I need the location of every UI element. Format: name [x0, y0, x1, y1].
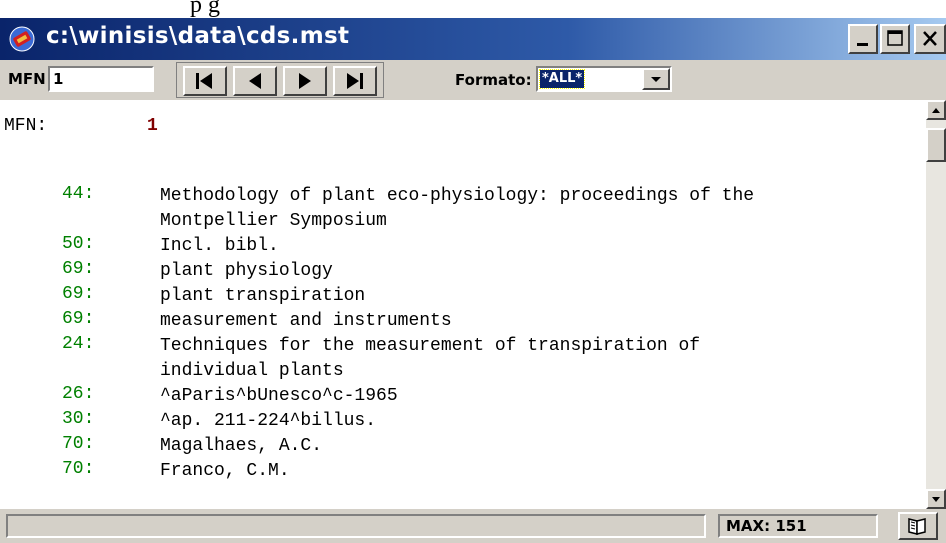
- status-max-records: MAX: 151: [718, 514, 878, 538]
- field-value: plant physiology: [160, 261, 333, 281]
- formato-dropdown-button[interactable]: [642, 68, 670, 90]
- last-record-icon: [347, 73, 363, 89]
- scroll-up-icon: [932, 108, 940, 113]
- next-record-button[interactable]: [283, 66, 327, 96]
- mfn-input[interactable]: [48, 66, 154, 92]
- formato-select[interactable]: *ALL*: [536, 66, 672, 92]
- first-record-icon: [196, 73, 212, 89]
- minimize-button[interactable]: [848, 24, 878, 54]
- app-icon: [9, 26, 35, 52]
- field-value: Magalhaes, A.C.: [160, 436, 323, 456]
- formato-selected-value: *ALL*: [538, 69, 586, 89]
- field-tag: 30:: [62, 409, 95, 429]
- formato-label: Formato:: [455, 71, 532, 89]
- field-tag: 69:: [62, 284, 95, 304]
- record-mfn-value: 1: [147, 116, 158, 136]
- mfn-label: MFN: [8, 70, 46, 88]
- field-tag: 24:: [62, 334, 95, 354]
- field-value: Methodology of plant eco-physiology: pro…: [160, 186, 755, 231]
- field-tag: 50:: [62, 234, 95, 254]
- vertical-scrollbar[interactable]: [926, 100, 946, 509]
- field-tag: 69:: [62, 259, 95, 279]
- field-tag: 69:: [62, 309, 95, 329]
- minimize-icon: [857, 43, 868, 46]
- scroll-thumb[interactable]: [926, 128, 946, 162]
- record-navigation: [176, 62, 384, 98]
- previous-record-button[interactable]: [233, 66, 277, 96]
- field-value: ^aParis^bUnesco^c-1965: [160, 386, 398, 406]
- field-tag: 70:: [62, 434, 95, 454]
- field-value: ^ap. 211-224^billus.: [160, 411, 377, 431]
- record-mfn-label: MFN:: [4, 116, 48, 136]
- field-tag: 70:: [62, 459, 95, 479]
- status-message: [6, 514, 706, 538]
- field-value: plant transpiration: [160, 286, 366, 306]
- maximize-icon: [887, 30, 903, 46]
- field-tag: 26:: [62, 384, 95, 404]
- scroll-down-icon: [932, 497, 940, 502]
- field-value: Franco, C.M.: [160, 461, 290, 481]
- field-tag: 44:: [62, 184, 95, 204]
- book-icon: [908, 518, 926, 535]
- record-window: c:\winisis\data\cds.mst MFN 1 Formato: *…: [0, 18, 946, 543]
- last-record-button[interactable]: [333, 66, 377, 96]
- field-value: measurement and instruments: [160, 311, 452, 331]
- status-bar: MAX: 151: [0, 509, 946, 543]
- field-value: Incl. bibl.: [160, 236, 279, 256]
- maximize-button[interactable]: [880, 24, 910, 54]
- title-bar[interactable]: c:\winisis\data\cds.mst: [0, 18, 946, 60]
- book-button[interactable]: [898, 512, 938, 540]
- record-display: MFN: 1 44: Methodology of plant eco-phys…: [0, 100, 926, 509]
- scroll-down-button[interactable]: [926, 489, 946, 509]
- field-value: Techniques for the measurement of transp…: [160, 336, 701, 381]
- next-arrow-icon: [299, 73, 311, 89]
- close-icon: [923, 31, 937, 46]
- toolbar: MFN 1 Formato: *ALL*: [0, 60, 946, 100]
- first-record-button[interactable]: [183, 66, 227, 96]
- previous-arrow-icon: [249, 73, 261, 89]
- scroll-up-button[interactable]: [926, 100, 946, 120]
- window-title: c:\winisis\data\cds.mst: [46, 23, 350, 49]
- close-button[interactable]: [914, 24, 946, 54]
- chevron-down-icon: [651, 77, 661, 82]
